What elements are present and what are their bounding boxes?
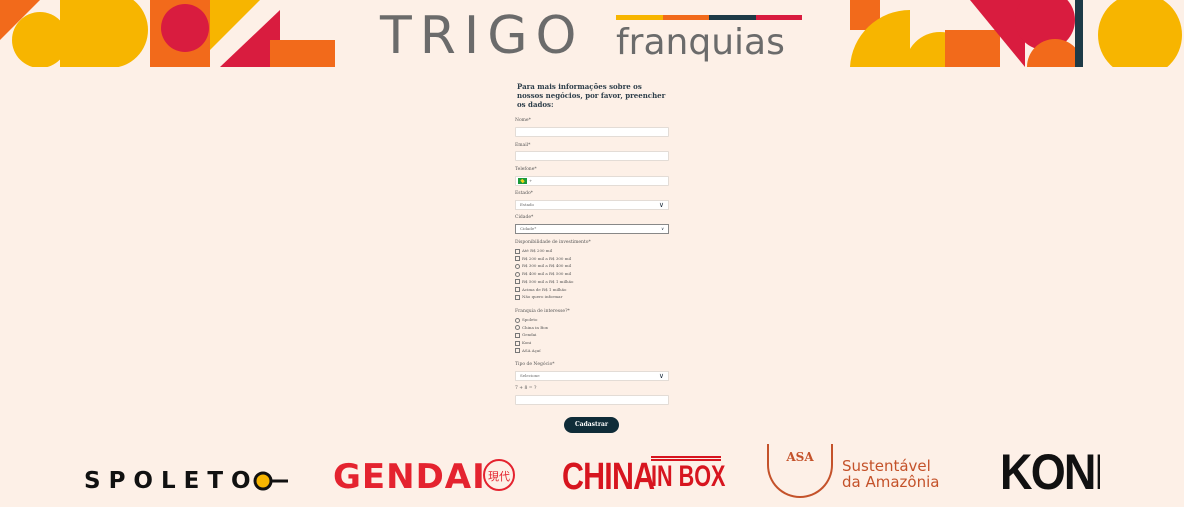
asa-logo-icon: ASA xyxy=(767,444,833,498)
logo-trigo-text: TRIGO xyxy=(380,6,585,66)
investimento-label: Disponibilidade de investimento* xyxy=(515,240,591,245)
trigo-franquias-logo: TRIGO franquias xyxy=(380,6,810,66)
header-banner: TRIGO franquias xyxy=(0,0,1184,67)
right-pattern-decoration xyxy=(850,0,1184,67)
franquia-option[interactable]: Koni xyxy=(515,339,548,347)
franquia-option[interactable]: China in Box xyxy=(515,324,548,332)
spoleto-logo: SPOLETO xyxy=(84,468,259,494)
tipo-select[interactable]: Selecione ∨ xyxy=(515,371,669,381)
estado-select[interactable]: Estado ∨ xyxy=(515,200,669,210)
estado-value: Estado xyxy=(520,202,534,207)
franquia-options: Spoleto China in Box Gendai Koni ASA Aça… xyxy=(515,316,548,355)
telefone-label: Telefone* xyxy=(515,167,537,172)
brand-logos-row: SPOLETO GENDAI 現代 CHINA IN BOX ASA Suste… xyxy=(0,444,1184,505)
estado-label: Estado* xyxy=(515,191,533,196)
franquia-label: Franquia de interesse?* xyxy=(515,309,570,314)
captcha-label: 7 + 8 = ? xyxy=(515,386,537,391)
investimento-options: Até R$ 200 mil R$ 200 mil a R$ 300 mil R… xyxy=(515,247,573,301)
nome-input[interactable] xyxy=(515,127,669,137)
koni-logo: KONI xyxy=(1000,454,1100,498)
left-pattern-decoration xyxy=(0,0,335,67)
cidade-select[interactable]: Cidade* ∨ xyxy=(515,224,669,234)
franquia-option[interactable]: Gendai xyxy=(515,331,548,339)
franquia-option[interactable]: ASA Açaí xyxy=(515,347,548,355)
investimento-option[interactable]: Não quero informar xyxy=(515,293,573,301)
investimento-option[interactable]: Até R$ 200 mil xyxy=(515,247,573,255)
china-logo: CHINA xyxy=(562,456,655,498)
sustentavel-logo: Sustentável da Amazônia xyxy=(842,457,940,491)
email-input[interactable] xyxy=(515,151,669,161)
investimento-option[interactable]: R$ 500 mil a R$ 1 milhão xyxy=(515,278,573,286)
chevron-down-icon: ∨ xyxy=(658,372,664,380)
email-label: Email* xyxy=(515,143,531,148)
tipo-value: Selecione xyxy=(520,373,540,378)
cadastrar-button[interactable]: Cadastrar xyxy=(564,417,619,433)
chevron-down-icon: ∨ xyxy=(658,201,664,209)
tipo-label: Tipo de Negócio* xyxy=(515,362,555,367)
franquia-option[interactable]: Spoleto xyxy=(515,316,548,324)
telefone-input[interactable]: + xyxy=(515,176,669,186)
form-intro: Para mais informações sobre os nossos ne… xyxy=(517,82,666,109)
cidade-value: Cidade* xyxy=(520,226,537,231)
gendai-seal-icon: 現代 xyxy=(483,459,515,491)
cidade-label: Cidade* xyxy=(515,215,534,220)
telefone-prefix: + xyxy=(529,178,533,183)
investimento-option[interactable]: R$ 200 mil a R$ 300 mil xyxy=(515,255,573,263)
logo-franquias-text: franquias xyxy=(616,22,785,63)
investimento-option[interactable]: R$ 400 mil a R$ 500 mil xyxy=(515,270,573,278)
investimento-option[interactable]: Acima de R$ 1 milhão xyxy=(515,286,573,294)
investimento-option[interactable]: R$ 300 mil a R$ 400 mil xyxy=(515,262,573,270)
chevron-down-icon: ∨ xyxy=(661,226,664,231)
nome-label: Nome* xyxy=(515,118,531,123)
captcha-input[interactable] xyxy=(515,395,669,405)
inbox-logo: IN BOX xyxy=(651,460,726,493)
brazil-flag-icon[interactable] xyxy=(518,178,527,184)
contact-form: Para mais informações sobre os nossos ne… xyxy=(515,80,669,433)
spoleto-fork-icon xyxy=(253,471,288,491)
gendai-logo: GENDAI xyxy=(333,457,486,497)
